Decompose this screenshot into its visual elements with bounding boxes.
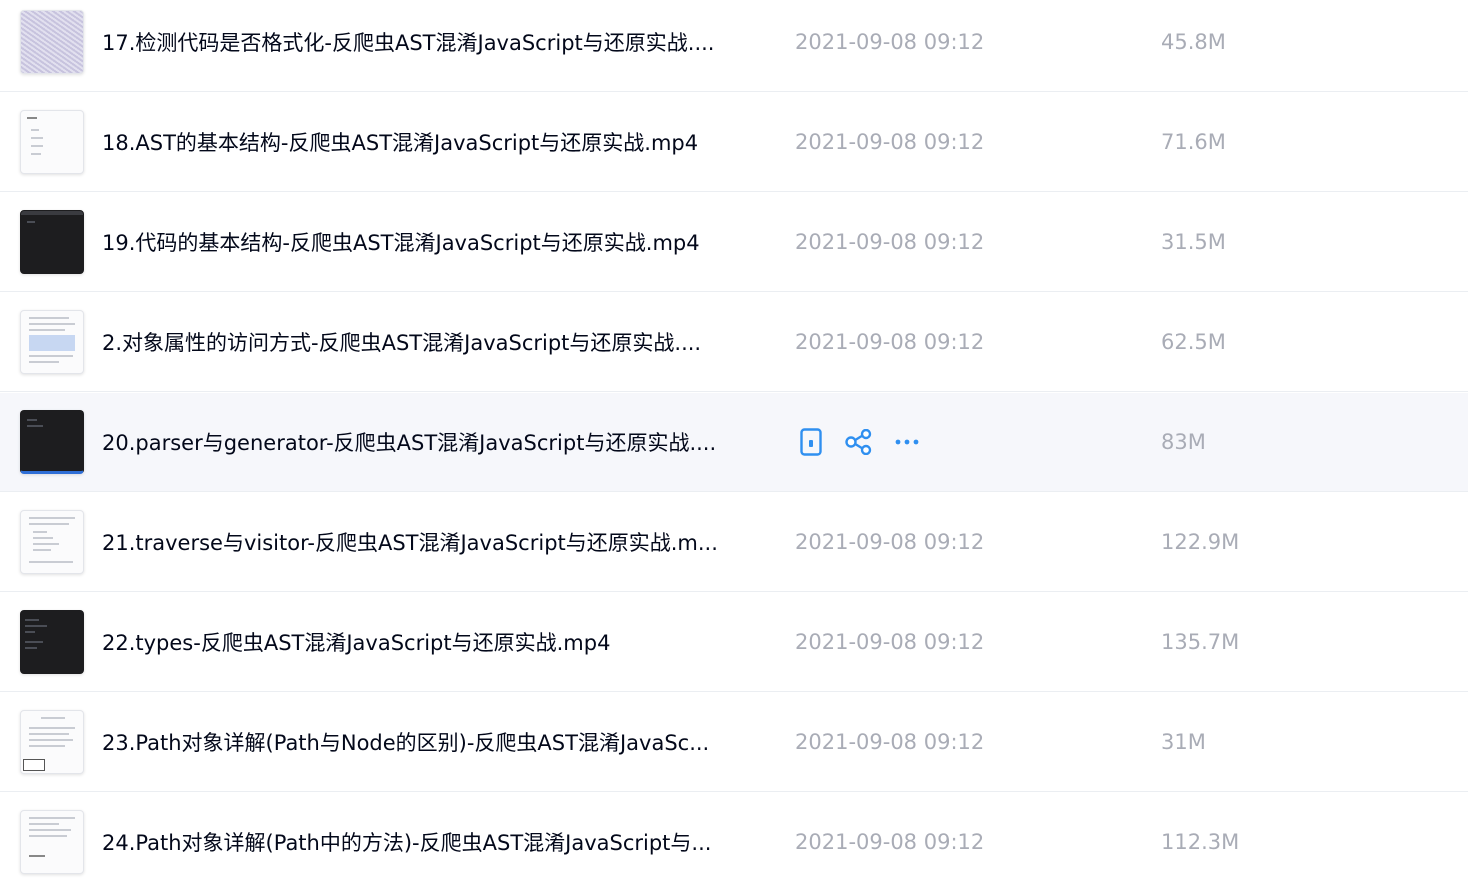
- file-row[interactable]: 21.traverse与visitor-反爬虫AST混淆JavaScript与还…: [0, 493, 1468, 592]
- file-name[interactable]: 21.traverse与visitor-反爬虫AST混淆JavaScript与还…: [102, 527, 792, 557]
- file-thumbnail: [20, 510, 84, 574]
- file-row[interactable]: 19.代码的基本结构-反爬虫AST混淆JavaScript与还原实战.mp4 2…: [0, 193, 1468, 292]
- file-name[interactable]: 24.Path对象详解(Path中的方法)-反爬虫AST混淆JavaScript…: [102, 827, 792, 857]
- file-name[interactable]: 23.Path对象详解(Path与Node的区别)-反爬虫AST混淆JavaSc…: [102, 727, 792, 757]
- file-date: 2021-09-08 09:12: [795, 530, 985, 554]
- file-date: 2021-09-08 09:12: [795, 830, 985, 854]
- file-list: 17.检测代码是否格式化-反爬虫AST混淆JavaScript与还原实战....…: [0, 0, 1468, 890]
- more-icon[interactable]: [891, 426, 923, 458]
- file-row[interactable]: 23.Path对象详解(Path与Node的区别)-反爬虫AST混淆JavaSc…: [0, 693, 1468, 792]
- file-thumbnail: [20, 710, 84, 774]
- file-date: 2021-09-08 09:12: [795, 30, 985, 54]
- file-name[interactable]: 20.parser与generator-反爬虫AST混淆JavaScript与还…: [102, 427, 792, 457]
- row-actions: [795, 426, 939, 458]
- file-size: 112.3M: [1161, 830, 1240, 854]
- file-thumbnail: [20, 810, 84, 874]
- file-name[interactable]: 17.检测代码是否格式化-反爬虫AST混淆JavaScript与还原实战....: [102, 27, 792, 57]
- file-size: 71.6M: [1161, 130, 1226, 154]
- file-size: 122.9M: [1161, 530, 1240, 554]
- file-name[interactable]: 22.types-反爬虫AST混淆JavaScript与还原实战.mp4: [102, 627, 792, 657]
- file-date: 2021-09-08 09:12: [795, 330, 985, 354]
- file-row[interactable]: 24.Path对象详解(Path中的方法)-反爬虫AST混淆JavaScript…: [0, 793, 1468, 890]
- file-date: 2021-09-08 09:12: [795, 630, 985, 654]
- phone-icon[interactable]: [795, 426, 827, 458]
- file-thumbnail: [20, 10, 84, 74]
- file-name[interactable]: 2.对象属性的访问方式-反爬虫AST混淆JavaScript与还原实战....: [102, 327, 792, 357]
- file-thumbnail: [20, 310, 84, 374]
- file-date: 2021-09-08 09:12: [795, 730, 985, 754]
- file-name[interactable]: 19.代码的基本结构-反爬虫AST混淆JavaScript与还原实战.mp4: [102, 227, 792, 257]
- file-name[interactable]: 18.AST的基本结构-反爬虫AST混淆JavaScript与还原实战.mp4: [102, 127, 792, 157]
- file-date: 2021-09-08 09:12: [795, 130, 985, 154]
- file-size: 83M: [1161, 430, 1206, 454]
- file-row[interactable]: 2.对象属性的访问方式-反爬虫AST混淆JavaScript与还原实战.... …: [0, 293, 1468, 392]
- file-thumbnail: [20, 110, 84, 174]
- file-size: 31.5M: [1161, 230, 1226, 254]
- file-size: 62.5M: [1161, 330, 1226, 354]
- file-row[interactable]: 18.AST的基本结构-反爬虫AST混淆JavaScript与还原实战.mp4 …: [0, 93, 1468, 192]
- file-row-hovered[interactable]: 20.parser与generator-反爬虫AST混淆JavaScript与还…: [0, 393, 1468, 492]
- file-row[interactable]: 17.检测代码是否格式化-反爬虫AST混淆JavaScript与还原实战....…: [0, 0, 1468, 92]
- file-thumbnail: [20, 610, 84, 674]
- file-thumbnail: [20, 410, 84, 474]
- file-row[interactable]: 22.types-反爬虫AST混淆JavaScript与还原实战.mp4 202…: [0, 593, 1468, 692]
- file-size: 135.7M: [1161, 630, 1240, 654]
- file-size: 31M: [1161, 730, 1206, 754]
- file-date: 2021-09-08 09:12: [795, 230, 985, 254]
- file-size: 45.8M: [1161, 30, 1226, 54]
- file-thumbnail: [20, 210, 84, 274]
- share-icon[interactable]: [843, 426, 875, 458]
